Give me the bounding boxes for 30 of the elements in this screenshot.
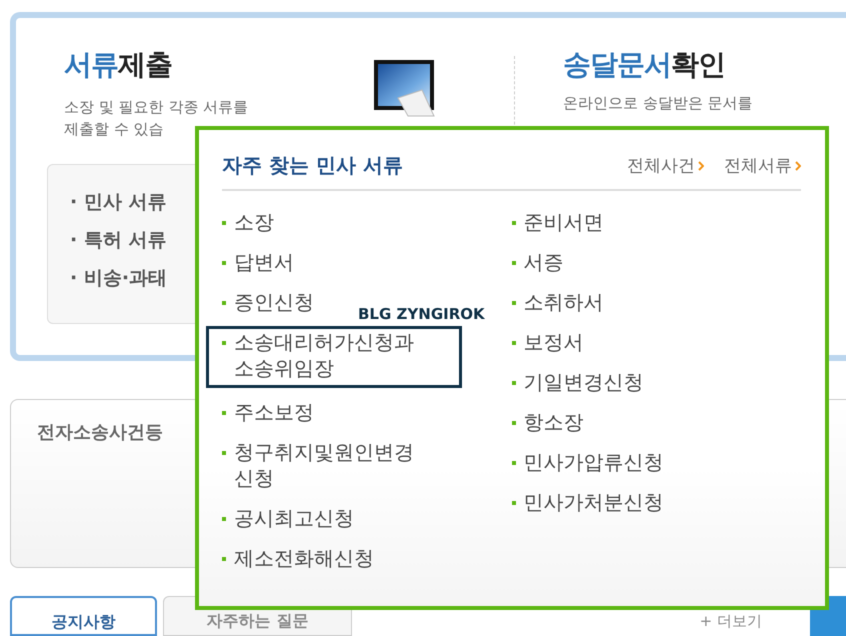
link[interactable]: 전체서류 [724, 154, 801, 177]
monitor-icon [372, 58, 436, 118]
document-link[interactable]: 기일변경신청 [496, 366, 646, 398]
document-link[interactable]: 항소장 [496, 406, 586, 438]
document-link[interactable]: 보정서 [496, 326, 586, 358]
document-link[interactable]: 주소보정 [206, 396, 317, 428]
section-title: 서류제출 [64, 47, 173, 83]
document-link[interactable]: 공시최고신청 [206, 502, 357, 534]
document-link[interactable]: 소장 [206, 206, 277, 238]
section-title: 송달문서확인 [563, 47, 726, 83]
chevron-icon [795, 160, 801, 170]
document-link[interactable]: 준비서면 [496, 206, 606, 238]
annotation-label: BLG ZYNGIROK [358, 305, 485, 323]
document-link[interactable]: 증인신청 [206, 286, 317, 318]
description-text: 소장 및 필요한 각종 서류를 [64, 97, 250, 118]
document-link[interactable]: 제소전화해신청 [206, 542, 377, 574]
document-link[interactable]: 답변서 [206, 246, 297, 278]
document-link[interactable]: 민사가처분신청 [496, 486, 666, 518]
section-title: 전자소송사건등 [37, 421, 163, 444]
document-link[interactable]: 민사가압류신청 [496, 446, 666, 478]
tab[interactable]: 공지사항 [10, 596, 157, 636]
document-link[interactable]: 서증 [496, 246, 566, 278]
link[interactable]: 전체사건 [627, 154, 704, 177]
document-link[interactable]: 소취하서 [496, 286, 606, 318]
document-link[interactable]: 청구취지및원인변경 신청 [206, 436, 436, 494]
description-text: 온라인으로 송달받은 문서를 [563, 93, 753, 114]
description-text: 제출할 수 있습 [64, 119, 165, 140]
chevron-icon [698, 160, 704, 170]
popup-title: 자주 찾는 민사 서류 [222, 152, 403, 179]
document-link[interactable]: 소송대리허가신청과 소송위임장 [206, 326, 462, 388]
